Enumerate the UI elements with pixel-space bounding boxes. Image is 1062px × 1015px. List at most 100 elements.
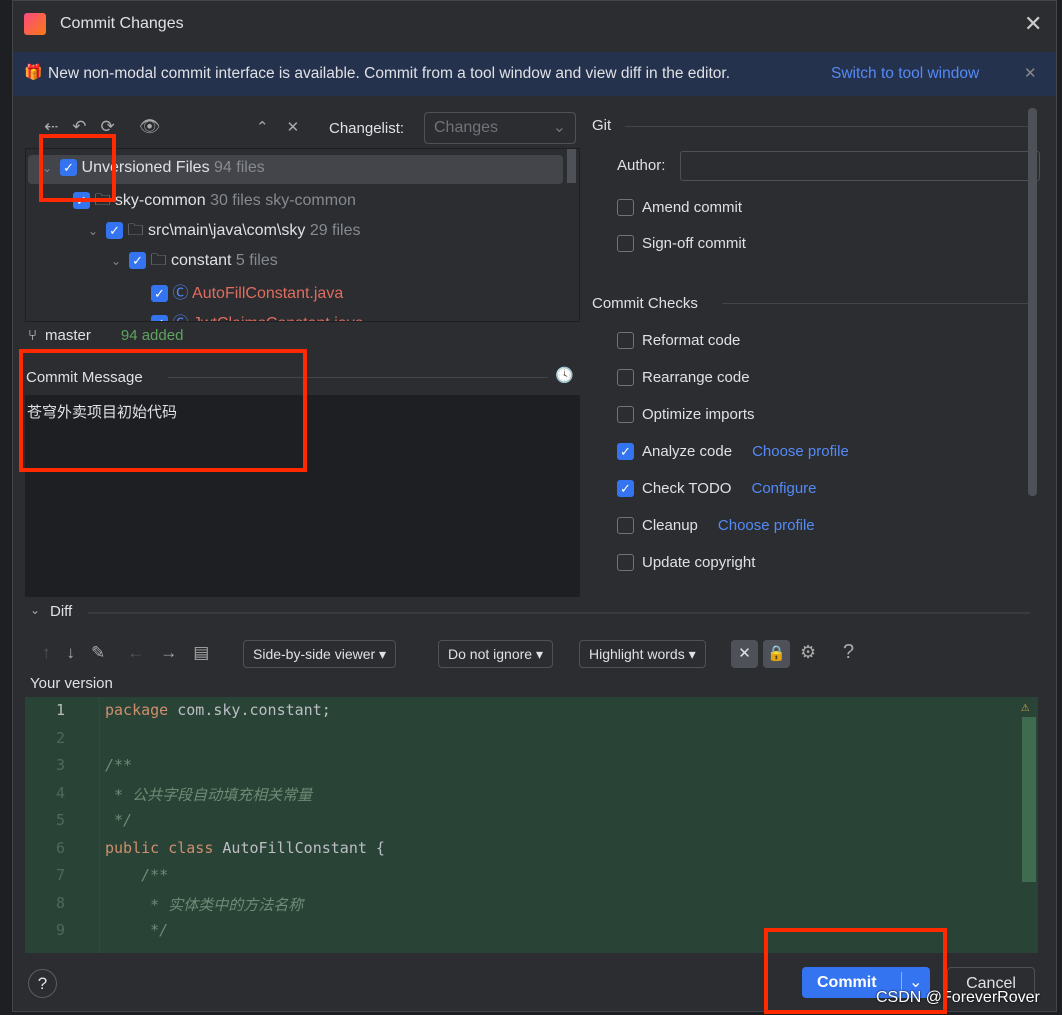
checkbox-label: Optimize imports	[642, 405, 755, 423]
author-label: Author:	[617, 157, 666, 174]
option-link[interactable]: Configure	[751, 480, 816, 497]
code-text: * 实体类中的方法名称	[105, 895, 304, 914]
author-input[interactable]	[680, 151, 1040, 181]
banner-text: New non-modal commit interface is availa…	[48, 65, 731, 82]
tree-checkbox[interactable]: ✓	[151, 315, 168, 321]
checkbox[interactable]	[617, 553, 634, 571]
highlight-select[interactable]: Highlight words ▾	[579, 640, 706, 668]
tree-item[interactable]: ⌄ ✓ 🗀 constant 5 files	[111, 249, 278, 276]
code-text: package com.sky.constant;	[105, 701, 331, 719]
code-editor[interactable]: 1 package com.sky.constant; 2 3 /** 4 * 公共字段自…	[25, 697, 1038, 953]
expand-all-icon[interactable]: ⌃	[256, 118, 269, 136]
viewer-value: Side-by-side viewer	[253, 646, 376, 662]
collapse-unchanged-icon[interactable]: ✕	[731, 640, 758, 668]
checkbox-label: Cleanup	[642, 516, 698, 534]
line-number: 7	[55, 866, 65, 884]
help-button[interactable]: ?	[28, 969, 57, 998]
settings-icon[interactable]: ⚙	[800, 642, 816, 663]
checkbox-row[interactable]: Reformat code	[617, 328, 849, 352]
tree-item-label: src\main\java\com\sky	[147, 222, 306, 239]
banner-close-icon[interactable]: ✕	[1024, 64, 1037, 82]
next-file-icon[interactable]: →	[160, 643, 177, 663]
branch-icon: ⑂	[28, 327, 38, 344]
changelist-select[interactable]: Changes ⌄	[424, 112, 576, 144]
checkbox[interactable]	[617, 368, 634, 386]
checkbox-label: Check TODO	[642, 479, 732, 497]
code-line: 4 * 公共字段自动填充相关常量	[25, 784, 312, 805]
code-line: 8 * 实体类中的方法名称	[25, 894, 303, 915]
diff-help-icon[interactable]: ?	[843, 641, 854, 664]
class-icon: Ⓒ	[172, 285, 189, 302]
line-number: 2	[55, 728, 65, 747]
editor-scrollbar[interactable]	[1022, 717, 1036, 882]
changelist-value: Changes	[434, 119, 499, 136]
file-icon[interactable]: ▤	[193, 643, 209, 663]
collapse-all-icon[interactable]: ✕	[287, 118, 300, 136]
next-diff-icon[interactable]: ↓	[67, 643, 76, 663]
tree-checkbox[interactable]: ✓	[151, 285, 168, 303]
checkbox[interactable]	[617, 516, 634, 534]
checkbox-label: Reformat code	[642, 331, 741, 349]
commit-checks-title: Commit Checks	[592, 295, 698, 312]
checkbox-row[interactable]: Update copyright	[617, 550, 849, 574]
checkbox-row[interactable]: Optimize imports	[617, 402, 849, 426]
tree-item[interactable]: ✓ Ⓒ JwtClaimsConstant.java	[134, 309, 364, 321]
tree-item-meta: 30 files sky-common	[210, 192, 356, 209]
tree-item-label: AutoFillConstant.java	[192, 285, 344, 302]
right-panel-scrollbar[interactable]	[1028, 108, 1037, 496]
line-number: 8	[55, 893, 65, 912]
diff-collapse-icon[interactable]: ⌄	[30, 603, 40, 617]
code-line: 7 /**	[25, 866, 168, 884]
tree-checkbox[interactable]: ✓	[106, 222, 124, 240]
code-line: 6 public class AutoFillConstant {	[25, 839, 385, 857]
checkbox-row[interactable]: ✓ Analyze code Choose profile	[617, 439, 849, 463]
tree-item-meta: 5 files	[235, 252, 278, 269]
switch-to-tool-window-link[interactable]: Switch to tool window	[831, 65, 979, 83]
option-link[interactable]: Choose profile	[718, 517, 815, 534]
tree-item[interactable]: ✓ Ⓒ AutoFillConstant.java	[134, 279, 343, 303]
ignore-select[interactable]: Do not ignore ▾	[438, 640, 553, 668]
checkbox-row[interactable]: Sign-off commit	[617, 231, 746, 255]
prev-file-icon[interactable]: ←	[127, 643, 144, 663]
history-icon[interactable]: 🕓	[555, 366, 574, 384]
annotation-box	[19, 349, 307, 472]
code-text: */	[105, 921, 169, 939]
checkbox[interactable]: ✓	[617, 479, 634, 497]
eye-icon[interactable]: 👁	[139, 117, 161, 137]
line-number: 4	[55, 783, 65, 802]
tree-item[interactable]: ⌄ ✓ 🗀 src\main\java\com\sky 29 files	[88, 219, 361, 246]
code-line: 9 */	[25, 921, 168, 939]
chevron-down-icon[interactable]: ⌄	[88, 224, 98, 238]
line-number: 9	[55, 921, 65, 939]
highlight-value: Highlight words	[589, 646, 685, 662]
option-link[interactable]: Choose profile	[752, 443, 849, 460]
chevron-down-icon[interactable]: ⌄	[111, 254, 121, 268]
checkbox[interactable]: ✓	[617, 442, 634, 460]
lock-icon[interactable]: 🔒	[763, 640, 790, 668]
checkbox-row[interactable]: Cleanup Choose profile	[617, 513, 849, 537]
prev-diff-icon[interactable]: ↑	[42, 643, 51, 663]
edit-icon[interactable]: ✎	[91, 643, 105, 663]
tree-scrollbar[interactable]	[567, 149, 576, 183]
checkbox[interactable]	[617, 234, 634, 252]
annotation-box	[39, 134, 116, 202]
checkbox-row[interactable]: Rearrange code	[617, 365, 849, 389]
code-text: /**	[105, 866, 169, 884]
changelist-label: Changelist:	[329, 120, 405, 137]
checkbox[interactable]	[617, 198, 634, 216]
code-text: public class AutoFillConstant {	[105, 838, 385, 857]
app-logo-icon	[24, 13, 46, 35]
annotation-box	[764, 928, 947, 1014]
checkbox-label: Update copyright	[642, 553, 756, 571]
tree-checkbox[interactable]: ✓	[129, 252, 147, 270]
ignore-value: Do not ignore	[448, 646, 533, 662]
viewer-select[interactable]: Side-by-side viewer ▾	[243, 640, 397, 668]
tree-item-meta: 29 files	[309, 222, 361, 239]
close-icon[interactable]: ✕	[1024, 11, 1042, 37]
checkbox-row[interactable]: Amend commit	[617, 195, 746, 219]
warning-icon: ⚠	[1021, 699, 1030, 715]
checkbox-label: Rearrange code	[642, 368, 750, 386]
checkbox[interactable]	[617, 331, 634, 349]
checkbox-row[interactable]: ✓ Check TODO Configure	[617, 476, 849, 500]
checkbox[interactable]	[617, 405, 634, 423]
